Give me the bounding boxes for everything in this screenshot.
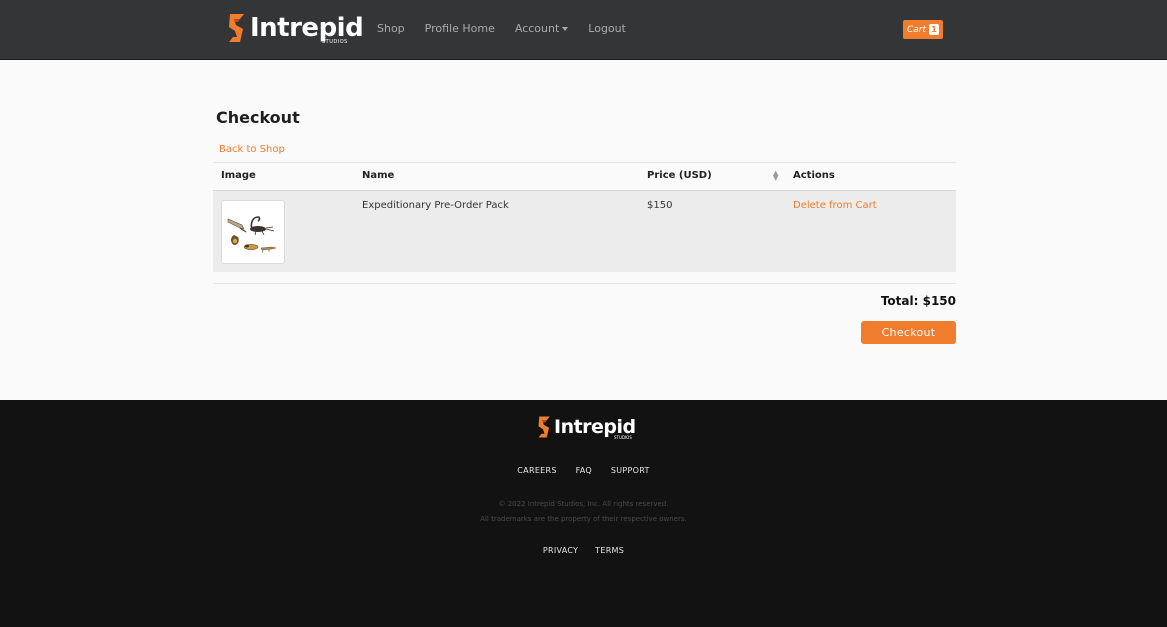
cart-label: Cart (907, 24, 927, 35)
footer-link-faq[interactable]: FAQ (576, 466, 592, 475)
footer-logo[interactable]: Intrepid STUDIOS (536, 415, 636, 440)
footer-links: CAREERS FAQ SUPPORT (0, 466, 1167, 475)
column-header-actions: Actions (793, 170, 835, 181)
nav-logout[interactable]: Logout (588, 22, 626, 35)
footer-link-privacy[interactable]: PRIVACY (543, 546, 578, 555)
intrepid-logo[interactable]: Intrepid STUDIOS (226, 12, 364, 46)
product-image (221, 200, 285, 264)
main-nav: Shop Profile Home Account Logout (377, 22, 646, 35)
checkout-button[interactable]: Checkout (861, 321, 956, 344)
order-total: Total: $150 (880, 294, 956, 308)
footer-legal-links: PRIVACY TERMS (0, 546, 1167, 555)
footer-logo-subtext: STUDIOS (614, 435, 632, 440)
column-header-name: Name (362, 170, 395, 181)
column-header-image: Image (221, 170, 256, 181)
total-divider (213, 283, 956, 284)
product-items-icon (227, 216, 277, 254)
column-header-price[interactable]: Price (USD) (647, 170, 712, 181)
top-navbar: Intrepid STUDIOS Shop Profile Home Accou… (0, 0, 1167, 60)
nav-shop[interactable]: Shop (377, 22, 405, 35)
footer-link-support[interactable]: SUPPORT (611, 466, 650, 475)
footer-trademarks: All trademarks are the property of their… (480, 515, 687, 523)
delete-from-cart-link[interactable]: Delete from Cart (793, 200, 877, 211)
footer: Intrepid STUDIOS CAREERS FAQ SUPPORT © 2… (0, 400, 1167, 627)
footer-link-terms[interactable]: TERMS (595, 546, 624, 555)
cart-button[interactable]: Cart 1 (903, 20, 944, 39)
sort-icon[interactable]: ▲ ▼ (773, 170, 778, 182)
chevron-down-icon (562, 27, 569, 31)
back-to-shop-link[interactable]: Back to Shop (219, 144, 285, 155)
footer-copyright: © 2022 Intrepid Studios, Inc. All rights… (498, 500, 669, 508)
table-divider (213, 162, 956, 163)
logo-subtext: STUDIOS (322, 39, 348, 45)
product-price: $150 (647, 200, 673, 211)
page-title: Checkout (216, 108, 300, 127)
intrepid-logo-icon (229, 14, 244, 42)
cart-count-badge: 1 (929, 24, 940, 35)
footer-link-careers[interactable]: CAREERS (517, 466, 556, 475)
nav-profile-home[interactable]: Profile Home (425, 22, 495, 35)
nav-account-dropdown[interactable]: Account (514, 22, 569, 35)
nav-account-label: Account (514, 22, 560, 35)
product-name: Expeditionary Pre-Order Pack (362, 200, 509, 211)
intrepid-logo-icon (538, 416, 550, 438)
